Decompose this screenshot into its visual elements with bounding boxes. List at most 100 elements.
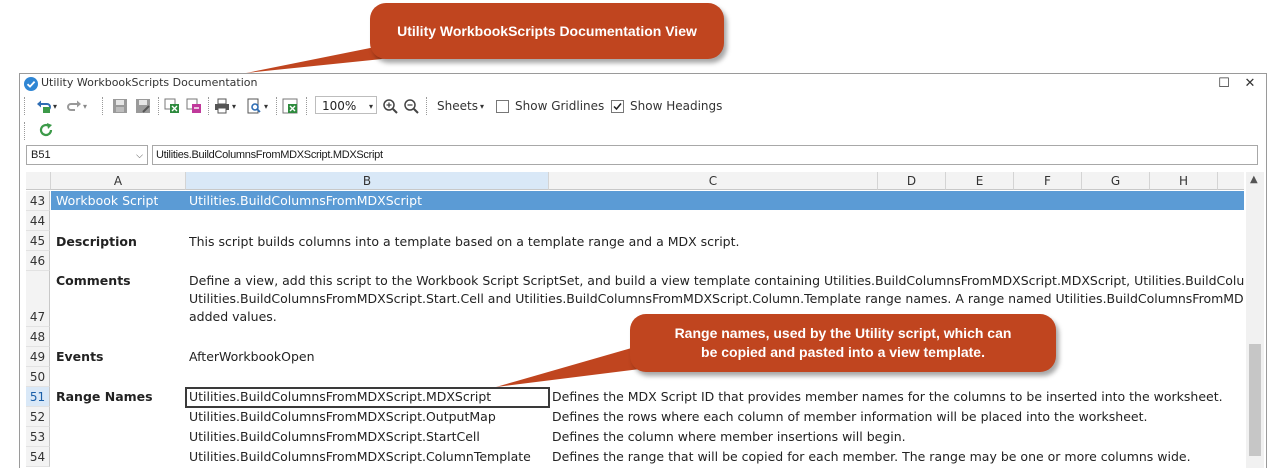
row-header-45[interactable]: 45 [26,231,50,251]
export-excel-button[interactable] [164,97,180,115]
name-box[interactable]: B51 ⌵ [26,145,148,165]
cell-c51[interactable]: Defines the MDX Script ID that provides … [552,389,1223,404]
column-header-g[interactable]: G [1082,172,1150,190]
formula-value: Utilities.BuildColumnsFromMDXScript.MDXS… [156,149,383,161]
show-gridlines-toggle[interactable]: Show Gridlines [496,97,604,115]
cell-b47-line-2[interactable]: Utilities.BuildColumnsFromMDXScript.Star… [189,291,1244,306]
column-header-d[interactable]: D [878,172,946,190]
undo-icon [37,100,51,113]
zoom-out-icon [404,99,419,114]
scroll-up-icon[interactable]: ▲ [1250,174,1258,185]
save-as-icon [136,99,150,113]
row-header-47[interactable]: 47 [26,271,50,327]
show-headings-label: Show Headings [630,99,723,113]
show-gridlines-label: Show Gridlines [515,99,605,113]
cell-b49[interactable]: AfterWorkbookOpen [189,349,315,364]
cell-c53[interactable]: Defines the column where member insertio… [552,429,906,444]
print-preview-icon [247,98,261,114]
row-header-46[interactable]: 46 [26,251,50,271]
zoom-dropdown-icon[interactable]: ▾ [369,97,373,115]
sheets-dropdown-icon: ▾ [479,101,484,111]
zoom-in-icon [383,99,398,114]
cell-b52[interactable]: Utilities.BuildColumnsFromMDXScript.Outp… [189,409,496,424]
cell-c52[interactable]: Defines the rows where each column of me… [552,409,1147,424]
export-excel-icon [164,98,179,113]
print-button[interactable]: ▾ [214,97,236,115]
cell-b47-line-3[interactable]: added values. [189,309,277,324]
row-header-48[interactable]: 48 [26,327,50,347]
save-button[interactable] [112,97,128,115]
vertical-scrollbar[interactable]: ▲ [1246,172,1264,468]
callout-view-title: Utility WorkbookScripts Documentation Vi… [370,3,724,59]
show-headings-checkbox[interactable] [611,99,624,113]
cell-a51[interactable]: Range Names [56,389,153,404]
redo-icon [67,100,81,111]
print-preview-button[interactable]: ▾ [246,97,268,115]
window-title: Utility WorkbookScripts Documentation [41,76,258,89]
zoom-in-button[interactable] [382,97,398,115]
excel-button[interactable] [282,97,298,115]
redo-button[interactable]: ▾ [66,97,87,115]
refresh-button[interactable] [38,121,54,139]
formula-input[interactable]: Utilities.BuildColumnsFromMDXScript.MDXS… [152,145,1258,165]
scrollbar-thumb[interactable] [1249,344,1261,456]
column-header-a[interactable]: A [51,172,186,190]
toolbar: ▾ ▾ ▾ ▾ 100% ▾ Sheets ▾ Show Gridlines S… [20,94,1266,118]
row-header-52[interactable]: 52 [26,407,50,427]
show-gridlines-checkbox[interactable] [496,99,509,113]
zoom-value: 100% [322,99,357,113]
window-titlebar: Utility WorkbookScripts Documentation ☐ … [20,74,1266,94]
column-header-b[interactable]: B [186,172,549,190]
save-icon [113,99,127,113]
refresh-icon [39,123,53,137]
cell-b51[interactable]: Utilities.BuildColumnsFromMDXScript.MDXS… [189,389,491,404]
close-button[interactable]: ✕ [1242,76,1258,92]
checkmark-icon [613,102,622,110]
save-as-button[interactable] [135,97,151,115]
script-header-band: Workbook Script Utilities.BuildColumnsFr… [51,191,1244,210]
print-icon [215,98,229,114]
row-header-49[interactable]: 49 [26,347,50,367]
toolbar-secondary [20,120,1266,142]
export-pdf-icon [186,98,201,113]
documentation-window: Utility WorkbookScripts Documentation ☐ … [19,73,1267,468]
column-header-e[interactable]: E [946,172,1014,190]
name-box-value: B51 [31,149,51,161]
formula-bar: B51 ⌵ Utilities.BuildColumnsFromMDXScrip… [26,145,1258,165]
select-all-corner[interactable] [26,172,51,190]
cell-a45[interactable]: Description [56,234,137,249]
zoom-select[interactable]: 100% [315,96,377,114]
chevron-down-icon[interactable]: ⌵ [136,146,143,164]
sheets-menu-button[interactable]: Sheets ▾ [437,97,484,115]
cell-a49[interactable]: Events [56,349,103,364]
callout-range-names-text: Range names, used by the Utility script,… [674,325,1012,360]
row-header-53[interactable]: 53 [26,427,50,447]
undo-button[interactable]: ▾ [36,97,57,115]
callout-range-names: Range names, used by the Utility script,… [630,314,1056,372]
row-header-50[interactable]: 50 [26,367,50,387]
row-header-54[interactable]: 54 [26,447,50,467]
row-header-51[interactable]: 51 [26,387,50,407]
cell-c54[interactable]: Defines the range that will be copied fo… [552,449,1191,464]
sheets-label: Sheets [437,99,478,113]
maximize-button[interactable]: ☐ [1216,76,1232,92]
column-header-next[interactable] [1218,172,1244,190]
cell-a47[interactable]: Comments [56,273,131,288]
column-header-f[interactable]: F [1014,172,1082,190]
export-pdf-button[interactable] [186,97,202,115]
show-headings-toggle[interactable]: Show Headings [611,97,722,115]
cell-b54[interactable]: Utilities.BuildColumnsFromMDXScript.Colu… [189,449,531,464]
excel-icon [282,98,298,114]
row-header-44[interactable]: 44 [26,211,50,231]
row-header-43[interactable]: 43 [26,191,50,211]
cell-b43[interactable]: Utilities.BuildColumnsFromMDXScript [189,193,422,208]
app-check-icon [24,77,38,91]
callout-range-names-pointer [496,347,640,387]
cell-b47-line-1[interactable]: Define a view, add this script to the Wo… [189,273,1244,288]
zoom-out-button[interactable] [403,97,419,115]
column-header-h[interactable]: H [1150,172,1218,190]
cell-b53[interactable]: Utilities.BuildColumnsFromMDXScript.Star… [189,429,480,444]
column-header-c[interactable]: C [549,172,878,190]
cell-b45[interactable]: This script builds columns into a templa… [189,234,739,249]
cell-a43[interactable]: Workbook Script [56,193,158,208]
